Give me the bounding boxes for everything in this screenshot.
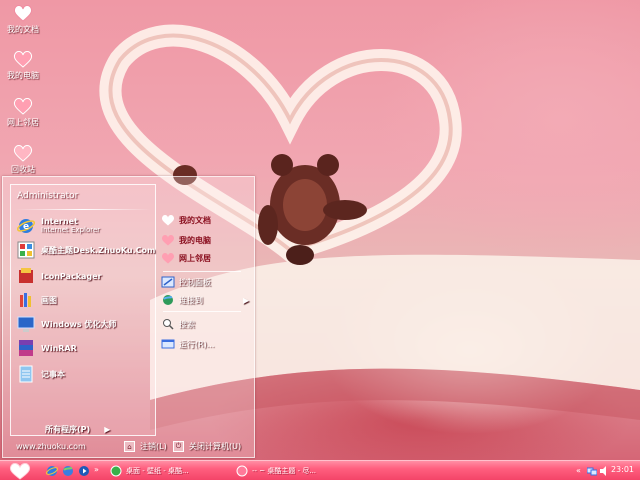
menu-item-title: WinRAR bbox=[41, 343, 77, 353]
menu-item-title: Internet bbox=[41, 217, 78, 226]
svg-text:e: e bbox=[23, 222, 29, 232]
heart-icon bbox=[13, 51, 33, 68]
ie-icon: e bbox=[17, 219, 35, 233]
clock[interactable]: 23:01 bbox=[611, 465, 634, 474]
menu-item-title: Windows 优化大师 bbox=[41, 319, 117, 329]
iconpackager-icon bbox=[19, 268, 33, 283]
shutdown-label: 关闭计算机(U) bbox=[189, 442, 242, 451]
heart-icon bbox=[161, 253, 175, 264]
menu-item-label: 连接到 bbox=[179, 295, 203, 305]
search-icon bbox=[163, 319, 174, 330]
shutdown-button[interactable]: ⏻ 关闭计算机(U) bbox=[173, 441, 241, 452]
desktop-icon-network[interactable]: 网上邻居 bbox=[0, 97, 46, 128]
menu-item-optimizer[interactable]: Windows 优化大师 bbox=[17, 313, 151, 335]
menu-item-my-documents[interactable]: 我的文档 bbox=[161, 213, 211, 227]
menu-item-title: 记事本 bbox=[41, 369, 65, 379]
chevron-right-icon[interactable]: » bbox=[94, 465, 99, 474]
desktop-icon-label: 我的电脑 bbox=[7, 71, 39, 80]
heart-icon bbox=[13, 5, 33, 22]
taskbar: » 桌面 - 壁纸 - 桌酷... -- ~ 桌酷主题 - 尽... « 23:… bbox=[0, 460, 640, 480]
desktop-icon-label: 我的文档 bbox=[7, 25, 39, 34]
desktop-icon-my-computer[interactable]: 我的电脑 bbox=[0, 50, 46, 81]
heart-icon bbox=[13, 145, 33, 162]
media-player-icon[interactable] bbox=[78, 465, 90, 477]
volume-icon[interactable] bbox=[599, 465, 609, 476]
optimizer-icon bbox=[17, 316, 35, 332]
menu-item-label: 运行(R)... bbox=[179, 339, 215, 349]
start-button[interactable] bbox=[5, 462, 35, 480]
taskbar-item-zhuoku[interactable]: -- ~ 桌酷主题 - 尽... bbox=[232, 463, 354, 479]
taskbar-item-desktop[interactable]: 桌面 - 壁纸 - 桌酷... bbox=[106, 463, 228, 479]
menu-item-label: 控制面板 bbox=[179, 277, 211, 287]
menu-item-control-panel[interactable]: 控制面板 bbox=[161, 275, 211, 289]
menu-item-winrar[interactable]: WinRAR bbox=[17, 337, 151, 359]
desktop-icon-my-documents[interactable]: 我的文档 bbox=[0, 4, 46, 35]
menu-item-connect[interactable]: 连接到 ▶ bbox=[161, 293, 249, 307]
start-menu-left-pane: Administrator e Internet Internet Explor… bbox=[10, 184, 156, 436]
divider bbox=[163, 271, 241, 272]
menu-item-label: 搜索 bbox=[179, 319, 195, 329]
desktop-icon-label: 网上邻居 bbox=[7, 118, 39, 127]
system-tray: « 23:01 bbox=[572, 461, 640, 480]
divider bbox=[163, 311, 241, 312]
globe-icon[interactable] bbox=[62, 465, 74, 477]
heart-icon bbox=[161, 235, 175, 246]
divider bbox=[15, 209, 151, 210]
heart-icon bbox=[161, 215, 175, 226]
control-panel-icon bbox=[161, 276, 175, 288]
arrow-right-icon: ▶ bbox=[243, 295, 250, 305]
menu-item-title: 桌酷主题Desk.ZhuoKu.Com bbox=[41, 245, 156, 255]
paint-icon bbox=[20, 293, 31, 307]
menu-item-run[interactable]: 运行(R)... bbox=[161, 337, 214, 351]
chevron-left-icon[interactable]: « bbox=[576, 466, 581, 475]
all-programs-label: 所有程序(P) bbox=[45, 425, 91, 434]
menu-item-iconpackager[interactable]: IconPackager bbox=[17, 265, 151, 287]
menu-item-subtitle: Internet Explorer bbox=[41, 226, 101, 234]
taskbar-item-label: -- ~ 桌酷主题 - 尽... bbox=[252, 467, 317, 475]
pink-icon bbox=[236, 465, 248, 477]
menu-item-my-computer[interactable]: 我的电脑 bbox=[161, 233, 211, 247]
menu-item-title: 画图 bbox=[41, 295, 57, 305]
menu-item-label: 我的电脑 bbox=[179, 235, 211, 245]
globe-icon bbox=[163, 295, 173, 305]
menu-item-paint[interactable]: 画图 bbox=[17, 289, 151, 311]
user-name: Administrator bbox=[17, 191, 79, 201]
winrar-icon bbox=[19, 340, 33, 356]
menu-item-notepad[interactable]: 记事本 bbox=[17, 363, 151, 385]
network-icon[interactable] bbox=[586, 466, 597, 476]
all-programs-button[interactable]: 所有程序(P) ▶ bbox=[45, 424, 110, 435]
ie-icon[interactable] bbox=[46, 465, 58, 477]
power-icon: ⏻ bbox=[173, 441, 184, 452]
logoff-label: 注销(L) bbox=[140, 442, 167, 451]
arrow-right-icon: ▶ bbox=[104, 425, 111, 434]
taskbar-item-label: 桌面 - 壁纸 - 桌酷... bbox=[126, 467, 189, 475]
logoff-button[interactable]: ⌂ 注销(L) bbox=[124, 441, 167, 452]
start-menu: Administrator e Internet Internet Explor… bbox=[2, 176, 255, 458]
heart-icon bbox=[13, 98, 33, 115]
menu-item-network[interactable]: 网上邻居 bbox=[161, 251, 211, 265]
menu-item-internet[interactable]: e Internet Internet Explorer bbox=[17, 215, 151, 237]
green-icon bbox=[110, 465, 122, 477]
notepad-icon bbox=[19, 365, 33, 383]
menu-item-label: 我的文档 bbox=[179, 215, 211, 225]
menu-item-title: IconPackager bbox=[41, 271, 102, 281]
desktop-icon-label: 回收站 bbox=[11, 165, 35, 174]
menu-item-search[interactable]: 搜索 bbox=[161, 317, 195, 331]
watermark: www.zhuoku.com bbox=[16, 442, 86, 451]
desktop-icon-recycle-bin[interactable]: 回收站 bbox=[0, 144, 46, 175]
zhuoku-icon bbox=[17, 241, 35, 259]
run-icon bbox=[161, 339, 175, 349]
key-icon: ⌂ bbox=[124, 441, 135, 452]
menu-item-zhuoku[interactable]: 桌酷主题Desk.ZhuoKu.Com bbox=[17, 239, 155, 261]
menu-item-label: 网上邻居 bbox=[179, 253, 211, 263]
heart-icon bbox=[9, 463, 31, 480]
